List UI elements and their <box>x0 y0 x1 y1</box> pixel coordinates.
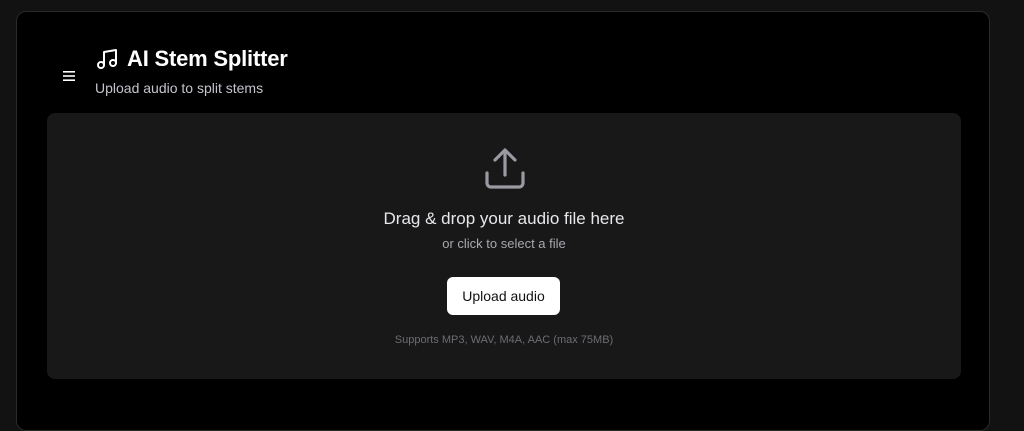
upload-audio-button[interactable]: Upload audio <box>447 277 560 315</box>
page-title-text: AI Stem Splitter <box>127 46 288 71</box>
dropzone-title: Drag & drop your audio file here <box>383 209 625 228</box>
hamburger-menu-icon <box>63 71 75 81</box>
file-dropzone[interactable]: Drag & drop your audio file here or clic… <box>47 113 961 379</box>
music-note-icon <box>95 47 119 71</box>
dropzone-subtitle: or click to select a file <box>442 236 566 251</box>
page-title: AI Stem Splitter <box>95 46 288 72</box>
page-subtitle: Upload audio to split stems <box>95 80 264 96</box>
upload-icon <box>485 148 525 189</box>
supported-formats-note: Supports MP3, WAV, M4A, AAC (max 75MB) <box>394 334 614 346</box>
menu-button[interactable] <box>60 67 78 85</box>
app-panel: AI Stem Splitter Upload audio to split s… <box>16 11 990 431</box>
